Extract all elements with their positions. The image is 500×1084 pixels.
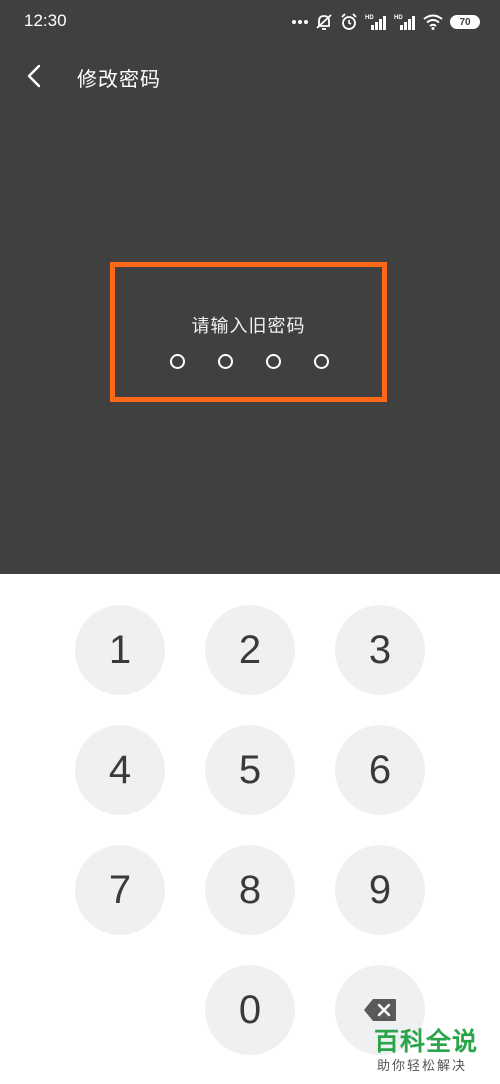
status-bar: 12:30 HD HD 70 xyxy=(0,0,500,46)
page-title: 修改密码 xyxy=(77,67,161,91)
pin-entry-highlight: 请输入旧密码 xyxy=(110,262,387,402)
key-2[interactable]: 2 xyxy=(205,605,295,695)
key-5[interactable]: 5 xyxy=(205,725,295,815)
hd-signal-2-icon: HD xyxy=(394,15,415,30)
pin-prompt: 请输入旧密码 xyxy=(191,316,306,337)
key-3[interactable]: 3 xyxy=(335,605,425,695)
watermark-title: 百科全说 xyxy=(374,1027,479,1056)
alarm-icon xyxy=(341,13,357,30)
status-time: 12:30 xyxy=(24,11,67,30)
pin-dot xyxy=(313,354,329,369)
back-arrow-icon[interactable] xyxy=(22,62,50,90)
key-9[interactable]: 9 xyxy=(335,845,425,935)
top-panel: 12:30 HD HD 70 修改密码 请输入旧密码 xyxy=(0,0,500,574)
wifi-icon xyxy=(423,14,443,30)
battery-icon: 70 xyxy=(450,15,480,29)
pin-dot xyxy=(217,354,233,369)
key-0[interactable]: 0 xyxy=(205,965,295,1055)
svg-text:HD: HD xyxy=(394,15,403,21)
pin-dot xyxy=(169,354,185,369)
backspace-icon xyxy=(364,999,396,1021)
key-8[interactable]: 8 xyxy=(205,845,295,935)
key-4[interactable]: 4 xyxy=(75,725,165,815)
pin-dot xyxy=(265,354,281,369)
svg-text:HD: HD xyxy=(365,15,374,21)
header-bar: 修改密码 xyxy=(0,50,500,102)
key-7[interactable]: 7 xyxy=(75,845,165,935)
watermark-subtitle: 助你轻松解决 xyxy=(377,1059,468,1074)
hd-signal-icon: HD xyxy=(365,15,386,30)
more-notifications-icon xyxy=(292,20,308,24)
pin-dots xyxy=(115,354,382,369)
key-1[interactable]: 1 xyxy=(75,605,165,695)
status-icons: HD HD 70 xyxy=(292,12,480,32)
key-6[interactable]: 6 xyxy=(335,725,425,815)
watermark-logo: 百科全说 助你轻松解决 xyxy=(374,1022,494,1078)
mute-bell-icon xyxy=(316,14,332,30)
